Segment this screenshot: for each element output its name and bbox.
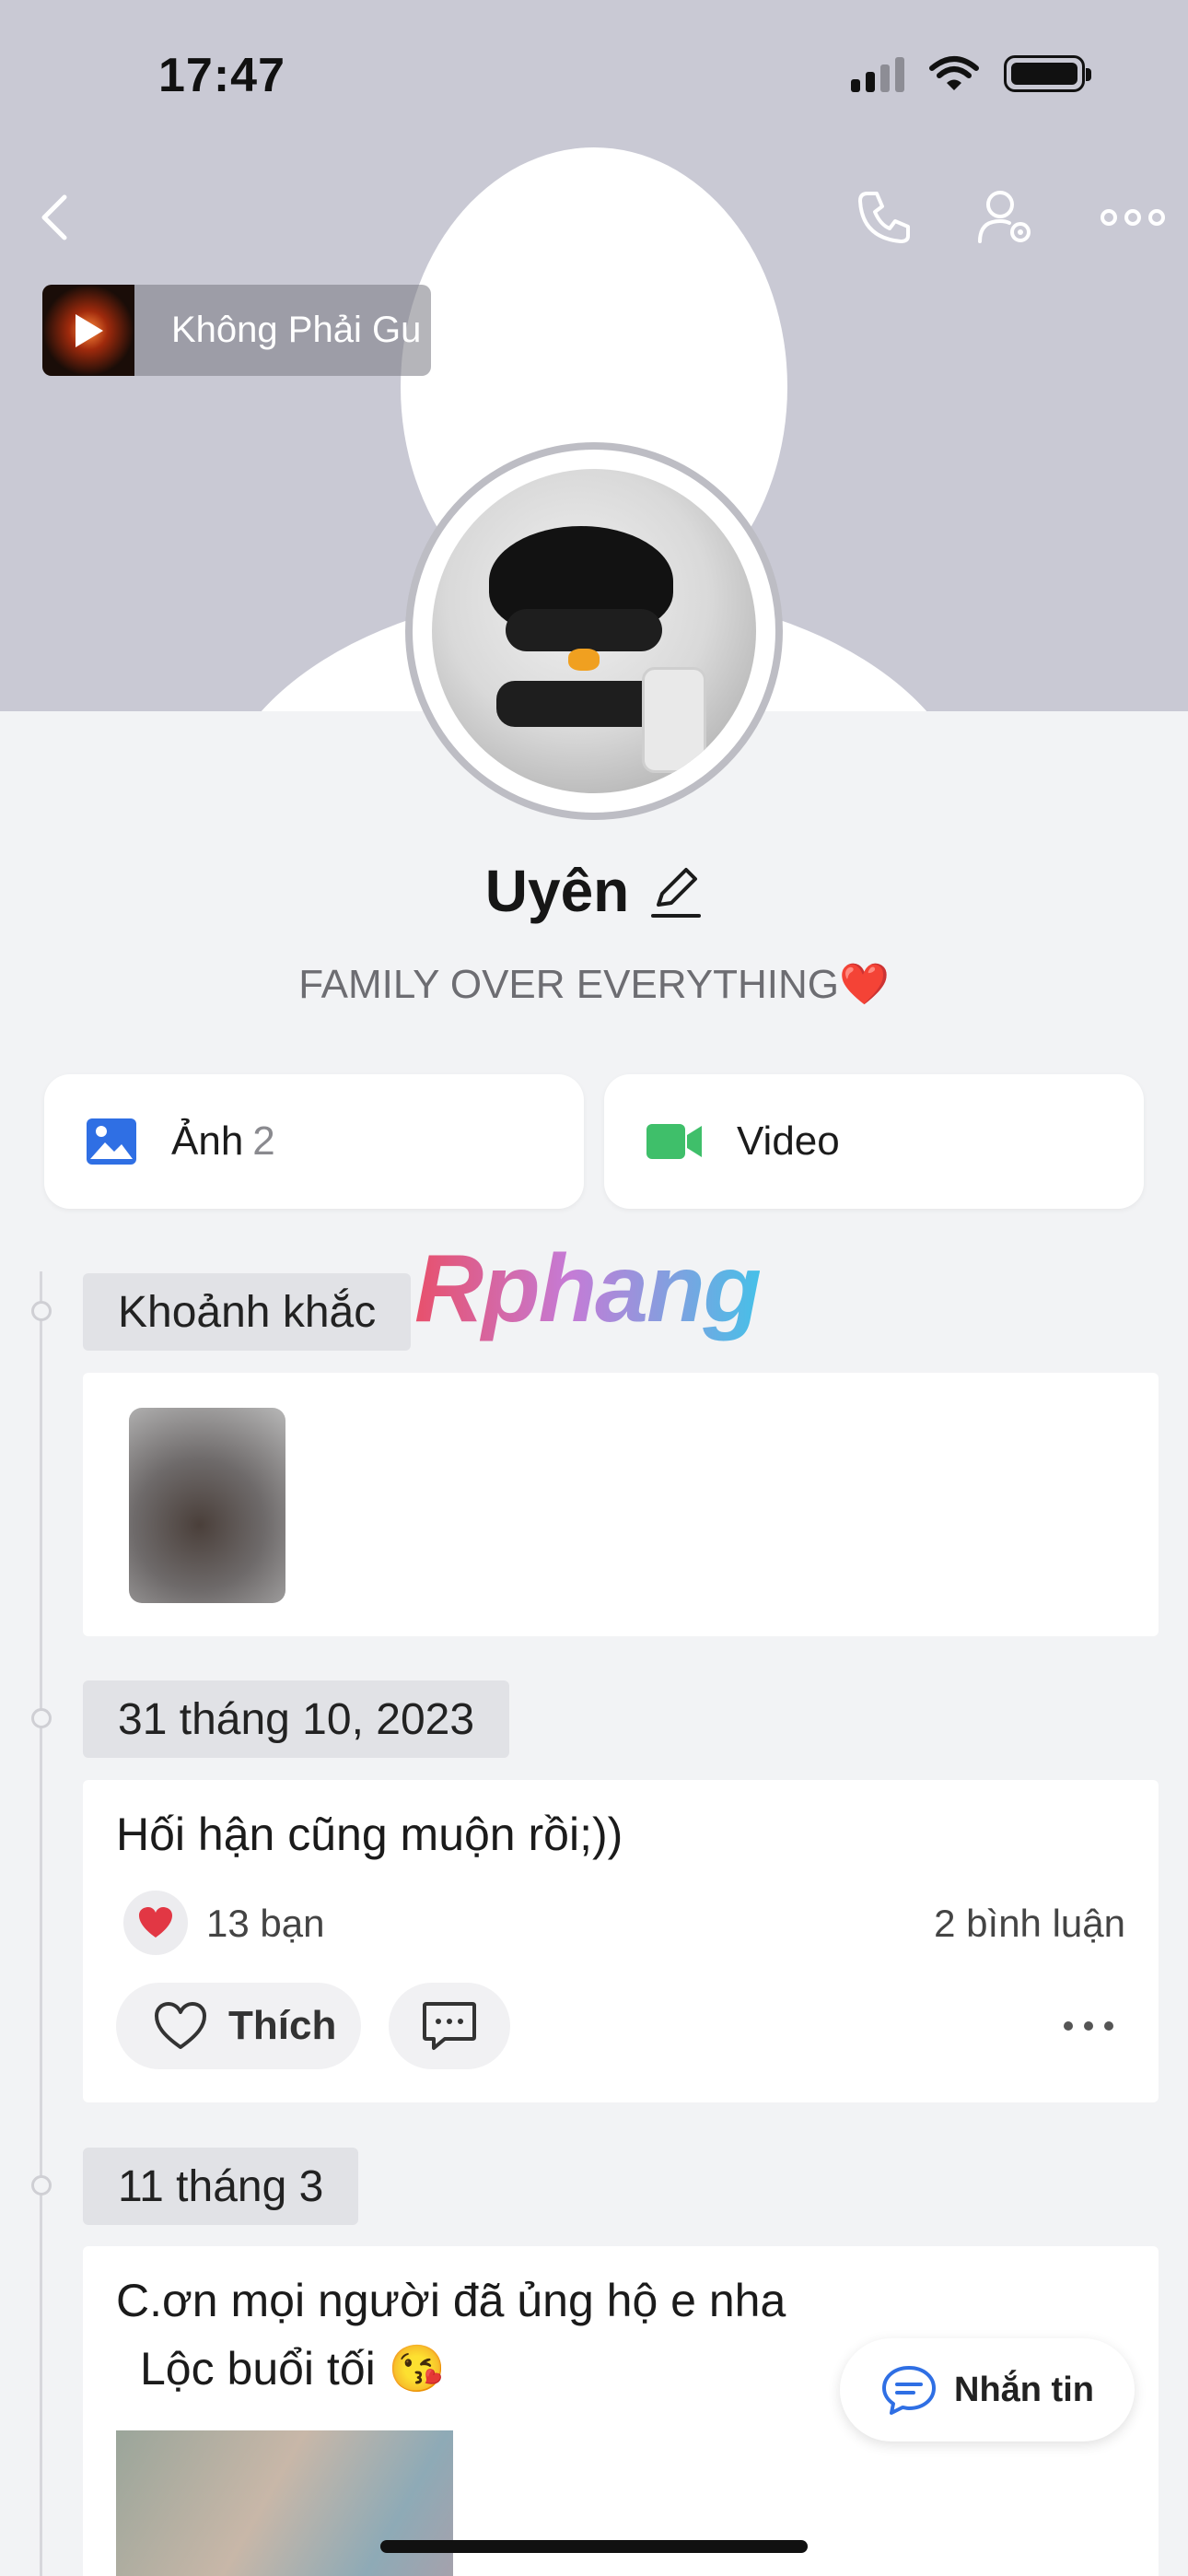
status-time: 17:47 — [158, 49, 285, 102]
timeline-dot — [31, 2175, 52, 2195]
music-thumbnail — [42, 285, 134, 376]
comment-count[interactable]: 2 bình luận — [934, 1902, 1125, 1946]
battery-icon — [1004, 55, 1091, 92]
timeline-dot — [31, 1708, 52, 1728]
avatar-image — [432, 469, 756, 793]
timeline-line — [40, 1271, 42, 2576]
profile-settings-button[interactable] — [973, 184, 1039, 251]
now-playing-pill[interactable]: Không Phải Gu — [42, 285, 431, 376]
moment-thumbnail[interactable] — [129, 1408, 285, 1603]
heart-icon — [139, 1907, 172, 1938]
post-card: Hối hận cũng muộn rồi;)) 13 bạn 2 bình l… — [83, 1780, 1159, 2102]
back-button[interactable] — [22, 184, 88, 251]
reaction-heart-icon[interactable] — [123, 1891, 188, 1955]
comment-icon — [423, 2002, 476, 2050]
user-settings-icon — [978, 191, 1031, 243]
call-button[interactable] — [851, 184, 917, 251]
message-label: Nhắn tin — [954, 2370, 1094, 2409]
timeline-dot — [31, 1301, 52, 1321]
more-options-button[interactable] — [1096, 184, 1170, 251]
song-title: Không Phải Gu — [171, 310, 422, 350]
phone-icon — [858, 192, 910, 243]
moments-chip: Khoảnh khắc — [83, 1273, 412, 1351]
post-date-chip: 11 tháng 3 — [83, 2148, 359, 2225]
like-label: Thích — [228, 2003, 337, 2048]
photos-button[interactable]: Ảnh 2 — [44, 1074, 584, 1209]
post-text-line-2: Lộc buổi tối 😘 — [140, 2343, 446, 2395]
photos-label: Ảnh — [171, 1118, 244, 1164]
moments-card[interactable] — [83, 1373, 1159, 1636]
more-dots-icon — [1064, 2021, 1113, 2031]
heart-outline-icon — [155, 2002, 206, 2049]
status-icons — [851, 55, 1091, 92]
profile-name: Uyên — [484, 858, 630, 924]
post-more-button[interactable] — [1052, 1998, 1125, 2054]
play-icon — [76, 313, 103, 347]
video-button[interactable]: Video — [604, 1074, 1144, 1209]
photos-count: 2 — [252, 1118, 275, 1164]
wifi-icon — [929, 56, 979, 90]
video-label: Video — [737, 1118, 840, 1164]
comment-button[interactable] — [389, 1983, 510, 2069]
post-image[interactable] — [116, 2430, 453, 2576]
image-icon — [87, 1118, 136, 1165]
avatar[interactable] — [405, 442, 783, 820]
like-button[interactable]: Thích — [116, 1983, 361, 2069]
chat-bubble-icon — [882, 2366, 936, 2415]
edit-pencil-icon[interactable] — [649, 862, 703, 919]
more-horizontal-icon — [1101, 209, 1165, 226]
reaction-count[interactable]: 13 bạn — [206, 1902, 324, 1946]
cellular-signal-icon — [851, 55, 904, 92]
message-button[interactable]: Nhắn tin — [840, 2338, 1135, 2441]
post-text: Hối hận cũng muộn rồi;)) — [116, 1809, 623, 1860]
watermark: Rphang — [414, 1235, 762, 1342]
home-indicator — [380, 2540, 808, 2553]
profile-name-row: Uyên — [0, 857, 1188, 925]
post-date-chip: 31 tháng 10, 2023 — [83, 1680, 510, 1758]
post-text-line-1: C.ơn mọi người đã ủng hộ e nha — [116, 2275, 786, 2326]
profile-bio: FAMILY OVER EVERYTHING❤️ — [298, 962, 890, 1007]
chevron-left-icon — [41, 194, 67, 240]
video-camera-icon — [646, 1124, 702, 1159]
